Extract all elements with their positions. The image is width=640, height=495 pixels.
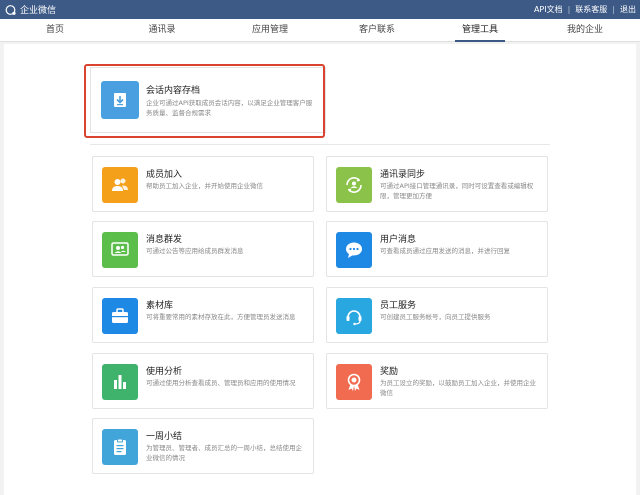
- tool-title: 成员加入: [146, 170, 183, 180]
- main-nav: 首页 通讯录 应用管理 客户联系 管理工具 我的企业: [0, 19, 640, 42]
- tool-title: 一周小结: [146, 432, 183, 442]
- member-join-icon: [112, 178, 128, 191]
- tool-tile: [336, 298, 372, 334]
- chat-bubble-icon: [346, 242, 362, 258]
- link-separator: |: [612, 5, 615, 14]
- brand[interactable]: 企业微信: [5, 2, 56, 17]
- tool-desc: 为员工设立的奖励，以鼓励员工加入企业，并使用企业微信: [380, 379, 536, 397]
- tool-tile: [336, 167, 372, 203]
- briefcase-icon: [112, 308, 128, 323]
- tool-card-material-library[interactable]: 素材库 可将重要常用的素材存放在此，方便管理员发送消息: [92, 287, 314, 343]
- tool-desc: 可创建员工服务帐号，向员工提供服务: [380, 313, 491, 321]
- logout-link[interactable]: 退出: [620, 4, 636, 15]
- tool-desc: 可将重要常用的素材存放在此，方便管理员发送消息: [146, 313, 296, 321]
- feature-title: 会话内容存档: [146, 86, 201, 96]
- api-docs-link[interactable]: API文档: [534, 4, 563, 15]
- contact-support-link[interactable]: 联系客服: [575, 4, 607, 15]
- tab-app-management[interactable]: 应用管理: [245, 19, 295, 42]
- tool-title: 奖励: [380, 367, 399, 377]
- tool-title: 用户消息: [380, 235, 417, 245]
- broadcast-icon: [111, 242, 129, 256]
- tool-card-usage-analysis[interactable]: 使用分析 可通过使用分析查看成员、管理员和应用的使用情况: [92, 353, 314, 409]
- tool-card-employee-service[interactable]: 员工服务 可创建员工服务帐号，向员工提供服务: [326, 287, 548, 343]
- tab-management-tools[interactable]: 管理工具: [455, 19, 505, 42]
- tool-desc: 可查看成员通过应用发送的消息，并进行回复: [380, 247, 510, 255]
- tool-card-member-join[interactable]: 成员加入 帮助员工加入企业，并开始使用企业微信: [92, 156, 314, 212]
- archive-tile: [101, 81, 139, 119]
- top-bar: 企业微信 API文档 | 联系客服 | 退出: [0, 0, 640, 19]
- tool-card-user-messages[interactable]: 用户消息 可查看成员通过应用发送的消息，并进行回复: [326, 221, 548, 277]
- tab-home[interactable]: 首页: [38, 19, 72, 42]
- medal-icon: [347, 373, 361, 391]
- tool-desc: 帮助员工加入企业，并开始使用企业微信: [146, 182, 263, 190]
- tool-title: 素材库: [146, 301, 174, 311]
- bar-chart-icon: [114, 375, 126, 389]
- feature-card-session-archive[interactable]: 会话内容存档 企业可通过API获取成员会话内容，以满足企业管理客户服务质量、监督…: [90, 67, 326, 133]
- tool-tile: [102, 298, 138, 334]
- section-divider: [90, 144, 550, 145]
- tool-title: 消息群发: [146, 235, 183, 245]
- contacts-sync-icon: [346, 177, 362, 193]
- tool-desc: 可通过API接口管理通讯录，同时可设置查看或编辑权限，管理更加方便: [380, 182, 534, 200]
- headset-icon: [346, 310, 362, 326]
- top-links: API文档 | 联系客服 | 退出: [534, 0, 636, 19]
- tool-tile: [102, 364, 138, 400]
- link-separator: |: [567, 5, 571, 14]
- tool-card-contacts-sync[interactable]: 通讯录同步 可通过API接口管理通讯录，同时可设置查看或编辑权限，管理更加方便: [326, 156, 548, 212]
- tab-customer-contact[interactable]: 客户联系: [352, 19, 402, 42]
- tool-title: 员工服务: [380, 301, 417, 311]
- tab-my-enterprise[interactable]: 我的企业: [560, 19, 610, 42]
- tool-desc: 可通过使用分析查看成员、管理员和应用的使用情况: [146, 379, 296, 387]
- archive-download-icon: [114, 93, 126, 107]
- tool-title: 通讯录同步: [380, 170, 426, 180]
- tool-tile: [102, 429, 138, 465]
- tool-tile: [102, 232, 138, 268]
- tool-card-broadcast[interactable]: 消息群发 可通过公告等应用给成员群发消息: [92, 221, 314, 277]
- tool-tile: [336, 232, 372, 268]
- feature-desc: 企业可通过API获取成员会话内容，以满足企业管理客户服务质量、监督合规需求: [146, 99, 313, 117]
- tab-contacts[interactable]: 通讯录: [140, 19, 184, 42]
- tool-tile: [336, 364, 372, 400]
- clipboard-icon: [114, 438, 126, 455]
- tool-title: 使用分析: [146, 367, 183, 377]
- wecom-logo-icon: [5, 4, 16, 15]
- brand-name: 企业微信: [20, 6, 57, 16]
- tool-card-weekly-summary[interactable]: 一周小结 为管理员、管理者、成员汇总的一周小结，总结使用企业微信的情况: [92, 418, 314, 474]
- tool-desc: 为管理员、管理者、成员汇总的一周小结，总结使用企业微信的情况: [146, 444, 302, 462]
- tool-tile: [102, 167, 138, 203]
- tool-card-rewards[interactable]: 奖励 为员工设立的奖励，以鼓励员工加入企业，并使用企业微信: [326, 353, 548, 409]
- tool-desc: 可通过公告等应用给成员群发消息: [146, 247, 244, 255]
